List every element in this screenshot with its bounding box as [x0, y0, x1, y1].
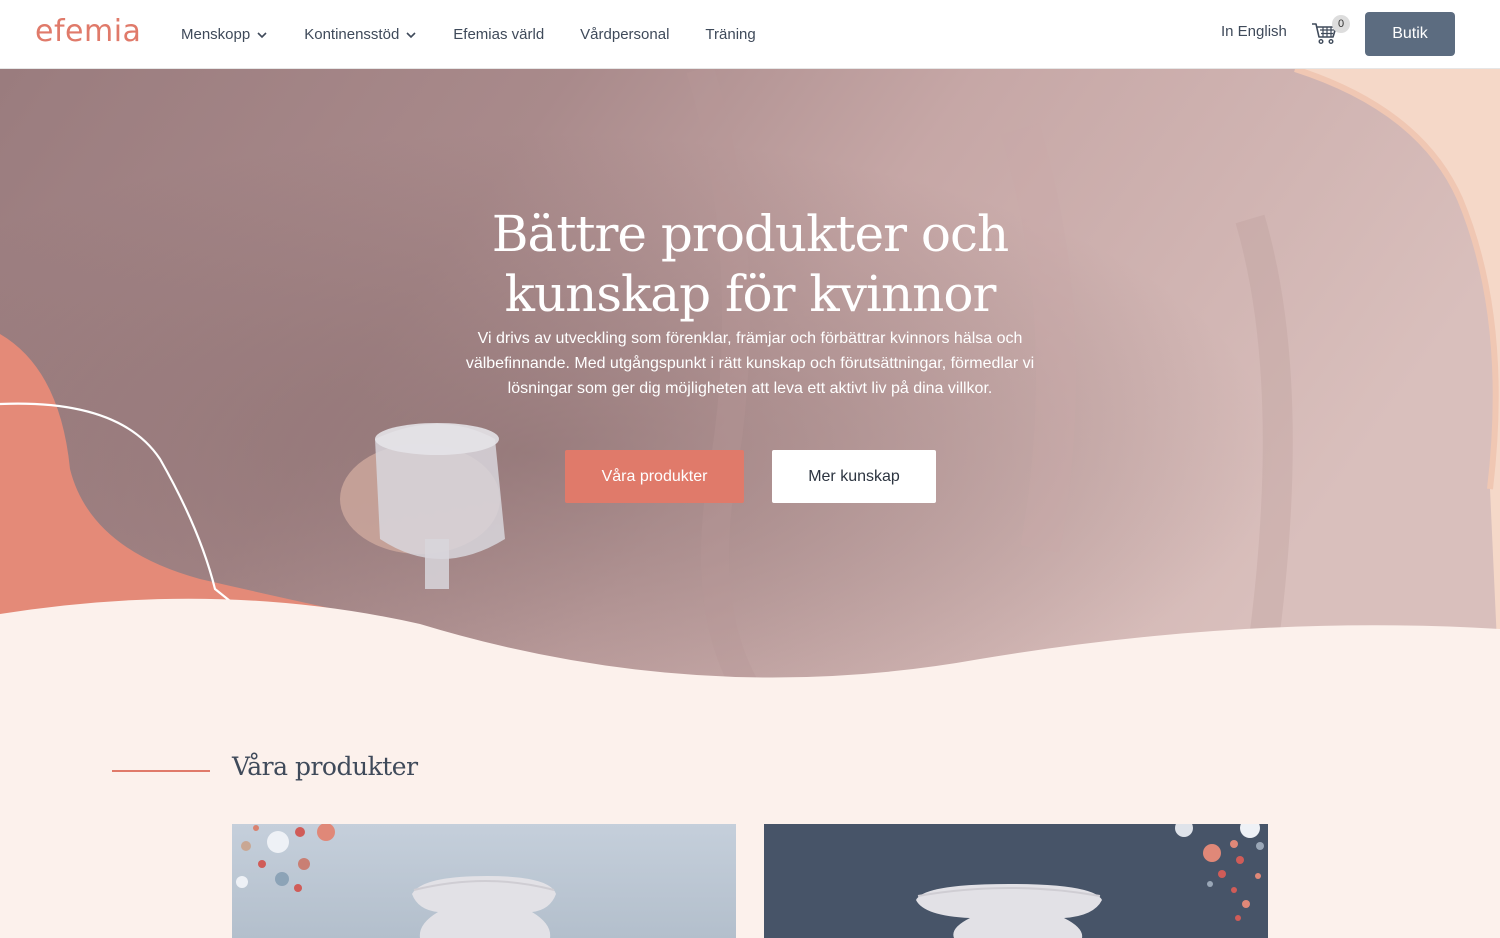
- nav-item-menskopp[interactable]: Menskopp: [181, 26, 268, 43]
- nav-item-vardpersonal[interactable]: Vårdpersonal: [580, 26, 669, 43]
- nav-item-label: Menskopp: [181, 26, 251, 43]
- product-image-1: [236, 824, 556, 938]
- nav-item-label: Vårdpersonal: [580, 26, 670, 43]
- product-card-2[interactable]: [764, 824, 1268, 938]
- nav-item-label: Träning: [705, 26, 756, 43]
- hero-description: Vi drivs av utveckling som förenklar, fr…: [465, 330, 1035, 397]
- nav-item-traning[interactable]: Träning: [705, 26, 755, 43]
- logo[interactable]: efemia: [35, 14, 141, 49]
- hero-title-line: kunskap för kvinnor: [504, 265, 997, 323]
- site-header: efemia Menskopp Kontinensstöd Efemias vä…: [0, 0, 1500, 69]
- more-knowledge-button[interactable]: Mer kunskap: [772, 450, 936, 503]
- nav-item-label: Kontinensstöd: [304, 26, 400, 43]
- chevron-down-icon: [406, 31, 416, 38]
- language-link[interactable]: In English: [1221, 23, 1287, 40]
- chevron-down-icon: [257, 31, 267, 38]
- hero-section: Bättre produkter och kunskap för kvinnor…: [0, 69, 1500, 709]
- main-nav: Menskopp Kontinensstöd Efemias värld Vår…: [181, 0, 792, 69]
- nav-item-label: Efemias värld: [453, 26, 545, 43]
- product-image-2: [916, 824, 1264, 938]
- hero-title: Bättre produkter och kunskap för kvinnor: [400, 204, 1100, 324]
- shop-button[interactable]: Butik: [1365, 12, 1455, 56]
- section-divider: [112, 770, 210, 772]
- products-section-title: Våra produkter: [232, 752, 418, 781]
- nav-item-kontinensstod[interactable]: Kontinensstöd: [304, 26, 417, 43]
- our-products-button[interactable]: Våra produkter: [565, 450, 744, 503]
- hero-title-line: Bättre produkter och: [491, 205, 1009, 263]
- product-card-1[interactable]: [232, 824, 736, 938]
- nav-item-efemias-varld[interactable]: Efemias värld: [453, 26, 544, 43]
- cart-count-badge: 0: [1332, 15, 1350, 33]
